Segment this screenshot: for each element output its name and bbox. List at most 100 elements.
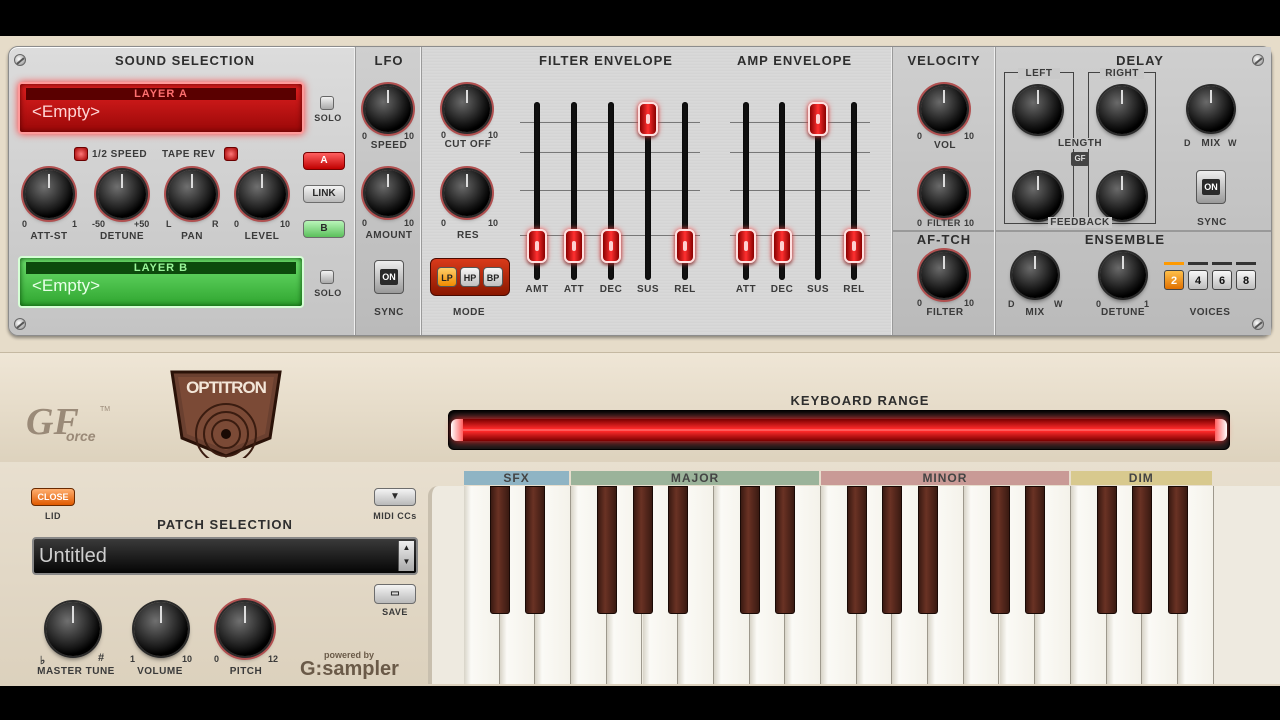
- arrow-up-icon[interactable]: ▲: [399, 541, 414, 555]
- pan-knob[interactable]: [161, 163, 223, 225]
- layer-a-value: <Empty>: [32, 102, 101, 121]
- voices-label: VOICES: [1189, 307, 1231, 318]
- velocity-vol-knob[interactable]: [921, 86, 967, 132]
- category-dim: DIM: [1070, 471, 1212, 485]
- arrow-down-icon[interactable]: ▼: [399, 555, 414, 569]
- range-high-handle[interactable]: [1215, 419, 1227, 441]
- filter-env-att-fader[interactable]: [564, 228, 584, 263]
- lfo-amount-label: AMOUNT: [365, 230, 413, 241]
- volume-knob[interactable]: [127, 595, 195, 663]
- master-tune-knob[interactable]: [39, 595, 107, 663]
- delay-sync-label: SYNC: [1197, 217, 1227, 228]
- layer-a-select-button[interactable]: A: [303, 152, 345, 170]
- att-st-min: 0: [22, 219, 28, 229]
- black-key[interactable]: [775, 486, 796, 614]
- delay-mix-knob[interactable]: [1188, 86, 1234, 132]
- cutoff-knob[interactable]: [444, 86, 490, 132]
- lfo-sync-button[interactable]: ON: [374, 260, 404, 294]
- patch-name: Untitled: [39, 545, 107, 567]
- divider: [994, 47, 996, 335]
- save-button[interactable]: ▭: [374, 584, 416, 604]
- delay-sync-button[interactable]: ON: [1196, 170, 1226, 204]
- range-low-handle[interactable]: [451, 419, 463, 441]
- aftertouch-filter-knob[interactable]: [921, 252, 967, 298]
- velocity-filter-min: 0: [917, 218, 923, 228]
- layer-b-select-button[interactable]: B: [303, 220, 345, 238]
- master-tune-label: MASTER TUNE: [37, 666, 115, 677]
- tape-rev-toggle[interactable]: [224, 147, 238, 161]
- delay-left-feedback-knob[interactable]: [1014, 172, 1062, 220]
- voices-6-button[interactable]: 6: [1212, 270, 1232, 290]
- velocity-filter-knob[interactable]: [921, 170, 967, 216]
- lfo-amount-max: 10: [404, 218, 415, 228]
- black-key[interactable]: [846, 486, 867, 614]
- screw-icon: [1252, 318, 1264, 330]
- black-key[interactable]: [1168, 486, 1188, 614]
- midi-ccs-button[interactable]: ▼: [374, 488, 416, 506]
- layer-b-solo-label: SOLO: [314, 288, 342, 298]
- black-key[interactable]: [739, 486, 760, 614]
- black-key[interactable]: [489, 486, 510, 614]
- black-key[interactable]: [918, 486, 939, 614]
- filter-env-sus-fader[interactable]: [638, 102, 658, 136]
- black-key[interactable]: [882, 486, 903, 614]
- link-button[interactable]: LINK: [303, 185, 345, 203]
- layer-a-display[interactable]: LAYER A <Empty>: [18, 82, 304, 134]
- filter-env-dec-fader[interactable]: [601, 228, 621, 263]
- level-knob[interactable]: [231, 163, 293, 225]
- voices-4-button[interactable]: 4: [1188, 270, 1208, 290]
- layer-b-solo-button[interactable]: [320, 270, 334, 284]
- delay-right-length-knob[interactable]: [1098, 86, 1146, 134]
- gsampler-text: G:sampler: [300, 658, 399, 680]
- ensemble-detune-knob[interactable]: [1100, 252, 1146, 298]
- lfo-sync-label: SYNC: [374, 307, 404, 318]
- black-key[interactable]: [525, 486, 546, 614]
- gsampler-logo: powered by G:sampler: [300, 650, 422, 680]
- layer-a-solo-button[interactable]: [320, 96, 334, 110]
- voices-2-button[interactable]: 2: [1164, 270, 1184, 290]
- amp-env-rel-fader[interactable]: [844, 228, 864, 263]
- filter-env-rel-fader[interactable]: [675, 228, 695, 263]
- ensemble-mix-knob[interactable]: [1012, 252, 1058, 298]
- volume-label: VOLUME: [137, 666, 183, 677]
- black-key[interactable]: [1025, 486, 1046, 614]
- layer-b-title: LAYER B: [26, 262, 296, 274]
- mode-bp-button[interactable]: BP: [483, 267, 503, 287]
- layer-b-value: <Empty>: [32, 276, 101, 295]
- patch-name-field[interactable]: Untitled ▲ ▼: [32, 537, 418, 575]
- pitch-min: 0: [214, 654, 220, 664]
- black-key[interactable]: [1096, 486, 1117, 614]
- pitch-max: 12: [268, 654, 279, 664]
- black-key[interactable]: [1132, 486, 1153, 614]
- amp-env-att-fader[interactable]: [736, 228, 756, 263]
- patch-stepper[interactable]: ▲ ▼: [398, 541, 414, 571]
- resonance-min: 0: [441, 218, 447, 228]
- pitch-knob[interactable]: [211, 595, 279, 663]
- half-speed-toggle[interactable]: [74, 147, 88, 161]
- lfo-amount-knob[interactable]: [365, 170, 411, 216]
- mode-lp-button[interactable]: LP: [437, 267, 457, 287]
- resonance-knob[interactable]: [444, 170, 490, 216]
- black-key[interactable]: [632, 486, 653, 614]
- delay-right-feedback-knob[interactable]: [1098, 172, 1146, 220]
- category-sfx: SFX: [464, 471, 570, 485]
- black-key[interactable]: [668, 486, 689, 614]
- delay-left-label: LEFT: [1018, 68, 1060, 79]
- keyboard-range-slider[interactable]: [448, 410, 1230, 450]
- detune-knob[interactable]: [91, 163, 153, 225]
- mode-hp-button[interactable]: HP: [460, 267, 480, 287]
- lfo-speed-knob[interactable]: [365, 86, 411, 132]
- filter-env-amt-fader[interactable]: [527, 228, 547, 263]
- close-lid-button[interactable]: CLOSE: [31, 488, 75, 506]
- delay-feedback-label: FEEDBACK: [1048, 217, 1112, 228]
- att-st-knob[interactable]: [18, 163, 80, 225]
- amp-env-sus-fader[interactable]: [808, 102, 828, 136]
- layer-b-display[interactable]: LAYER B <Empty>: [18, 256, 304, 308]
- voices-8-button[interactable]: 8: [1236, 270, 1256, 290]
- screw-icon: [14, 318, 26, 330]
- black-key[interactable]: [596, 486, 617, 614]
- black-key[interactable]: [989, 486, 1010, 614]
- delay-left-length-knob[interactable]: [1014, 86, 1062, 134]
- volume-max: 10: [182, 654, 193, 664]
- amp-env-dec-fader[interactable]: [772, 228, 792, 263]
